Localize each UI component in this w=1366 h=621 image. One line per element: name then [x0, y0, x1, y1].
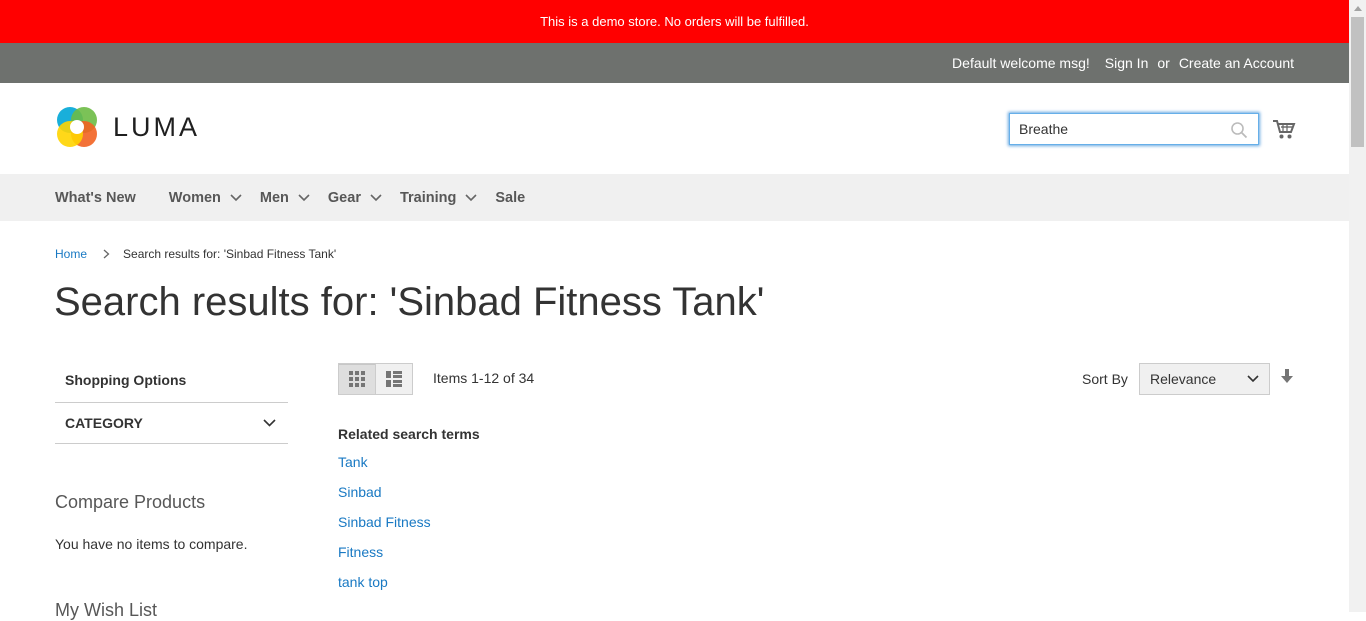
- list-icon: [386, 371, 402, 387]
- category-filter[interactable]: CATEGORY: [55, 402, 288, 444]
- nav-label: Sale: [495, 189, 526, 206]
- sidebar: Shopping Options CATEGORY Compare Produc…: [55, 360, 288, 620]
- compare-empty-message: You have no items to compare.: [55, 536, 248, 552]
- grid-view-button[interactable]: [338, 363, 376, 395]
- page-title: Search results for: 'Sinbad Fitness Tank…: [54, 280, 765, 324]
- related-term-link[interactable]: Sinbad Fitness: [338, 514, 480, 544]
- header-links: Default welcome msg! Sign In or Create a…: [952, 43, 1294, 83]
- sort-by-label: Sort By: [1082, 371, 1128, 387]
- sort-direction-arrow-icon[interactable]: [1280, 369, 1294, 385]
- compare-products-title: Compare Products: [55, 492, 206, 512]
- category-filter-label: CATEGORY: [65, 415, 143, 431]
- nav-item-training[interactable]: Training: [400, 190, 477, 206]
- grid-icon: [349, 371, 365, 387]
- list-view-button[interactable]: [375, 363, 413, 395]
- related-search-terms: Related search terms Tank Sinbad Sinbad …: [338, 426, 480, 604]
- toolbar-amount: Items 1-12 of 34: [433, 370, 535, 386]
- chevron-down-icon: [1247, 375, 1259, 383]
- sort-by-select[interactable]: Relevance: [1139, 363, 1270, 395]
- search-icon[interactable]: [1230, 121, 1248, 139]
- shopping-options-title: Shopping Options: [65, 372, 187, 388]
- luma-logo-icon: [57, 107, 97, 147]
- related-search-terms-title: Related search terms: [338, 426, 480, 442]
- nav-item-gear[interactable]: Gear: [328, 190, 382, 206]
- related-term-link[interactable]: Sinbad: [338, 484, 480, 514]
- cart-icon[interactable]: [1272, 118, 1296, 140]
- chevron-down-icon: [298, 193, 310, 201]
- breadcrumb-home-link[interactable]: Home: [55, 247, 87, 261]
- chevron-down-icon: [465, 193, 477, 201]
- nav-item-women[interactable]: Women: [169, 190, 242, 206]
- breadcrumb-current: Search results for: 'Sinbad Fitness Tank…: [123, 247, 337, 261]
- nav-item-whats-new[interactable]: What's New: [55, 190, 136, 206]
- nav-label: Gear: [327, 189, 361, 206]
- breadcrumb: Home Search results for: 'Sinbad Fitness…: [55, 247, 336, 261]
- chevron-down-icon: [230, 193, 242, 201]
- chevron-down-icon: [370, 193, 382, 201]
- chevron-down-icon: [263, 419, 276, 427]
- nav-label: Women: [168, 189, 221, 206]
- wishlist-title: My Wish List: [55, 600, 158, 620]
- chevron-right-icon: [103, 249, 110, 259]
- search-box: [1009, 113, 1259, 145]
- nav-label: Men: [259, 189, 289, 206]
- nav-item-men[interactable]: Men: [260, 190, 310, 206]
- search-input[interactable]: [1010, 115, 1238, 143]
- or-separator: or: [1157, 55, 1170, 71]
- scroll-up-icon[interactable]: [1349, 0, 1366, 17]
- related-term-link[interactable]: Tank: [338, 454, 480, 484]
- nav-label: What's New: [55, 189, 136, 206]
- nav-label: Training: [399, 189, 457, 206]
- sort-by-value: Relevance: [1150, 371, 1217, 387]
- panel-header: Default welcome msg! Sign In or Create a…: [0, 43, 1349, 83]
- welcome-message: Default welcome msg!: [952, 55, 1090, 71]
- sign-in-link[interactable]: Sign In: [1105, 55, 1149, 71]
- demo-notice-banner: This is a demo store. No orders will be …: [0, 0, 1349, 43]
- demo-notice-text: This is a demo store. No orders will be …: [540, 14, 809, 29]
- products-toolbar: Items 1-12 of 34 Sort By Relevance: [338, 363, 1296, 395]
- page-scrollbar[interactable]: [1349, 0, 1366, 612]
- create-account-link[interactable]: Create an Account: [1179, 55, 1294, 71]
- luma-logo[interactable]: LUMA: [55, 105, 200, 149]
- main-navigation: What's New Women Men Gear Training Sale: [0, 174, 1349, 221]
- logo-text: LUMA: [113, 111, 201, 142]
- related-term-link[interactable]: Fitness: [338, 544, 480, 574]
- related-term-link[interactable]: tank top: [338, 574, 480, 604]
- site-header: LUMA: [0, 83, 1349, 174]
- scrollbar-thumb[interactable]: [1351, 17, 1364, 147]
- nav-item-sale[interactable]: Sale: [495, 190, 525, 206]
